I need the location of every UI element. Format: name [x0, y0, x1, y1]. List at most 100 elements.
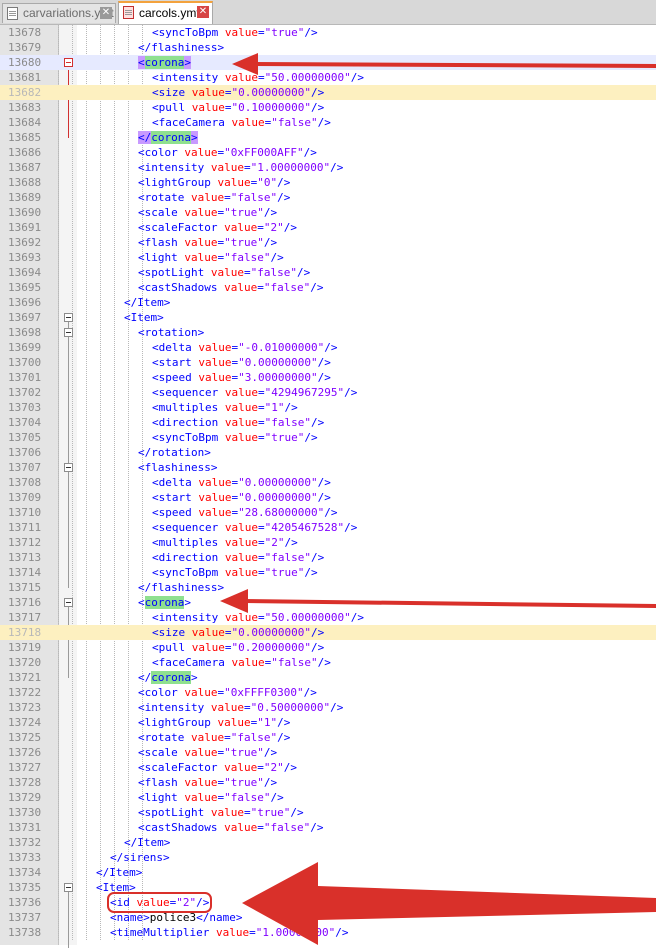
code-text: <castShadows value="false"/> [138, 280, 323, 295]
code-line[interactable]: 13721 </corona> [0, 670, 656, 685]
code-token: <castShadows [138, 821, 225, 834]
code-token: /> [330, 701, 344, 714]
code-line[interactable]: 13707 <flashiness> [0, 460, 656, 475]
code-token: = [243, 266, 251, 279]
code-line[interactable]: 13731 <castShadows value="false"/> [0, 820, 656, 835]
code-line[interactable]: 13712 <multiples value="2"/> [0, 535, 656, 550]
code-line[interactable]: 13732 </Item> [0, 835, 656, 850]
code-line[interactable]: 13687 <intensity value="1.00000000"/> [0, 160, 656, 175]
fold-toggle-icon[interactable] [64, 58, 73, 67]
code-line[interactable]: 13706 </rotation> [0, 445, 656, 460]
code-token: "0.00000000" [238, 491, 318, 504]
code-line[interactable]: 13678 <syncToBpm value="true"/> [0, 25, 656, 40]
code-line[interactable]: 13719 <pull value="0.20000000"/> [0, 640, 656, 655]
code-line[interactable]: 13726 <scale value="true"/> [0, 745, 656, 760]
fold-toggle-icon[interactable] [64, 328, 73, 337]
code-line[interactable]: 13711 <sequencer value="4205467528"/> [0, 520, 656, 535]
close-icon[interactable]: ✕ [100, 7, 112, 19]
code-token: "0.50000000" [250, 701, 331, 714]
line-number: 13724 [8, 716, 42, 729]
line-number: 13680 [8, 56, 42, 69]
code-line[interactable]: 13690 <scale value="true"/> [0, 205, 656, 220]
code-token: /> [296, 266, 311, 279]
code-line[interactable]: 13697 <Item> [0, 310, 656, 325]
code-line[interactable]: 13710 <speed value="28.68000000"/> [0, 505, 656, 520]
code-line[interactable]: 13724 <lightGroup value="1"/> [0, 715, 656, 730]
code-line[interactable]: 13722 <color value="0xFFFF0300"/> [0, 685, 656, 700]
code-line[interactable]: 13702 <sequencer value="4294967295"/> [0, 385, 656, 400]
code-line[interactable]: 13713 <direction value="false"/> [0, 550, 656, 565]
code-token: <delta [152, 476, 199, 489]
code-line[interactable]: 13698 <rotation> [0, 325, 656, 340]
code-line[interactable]: 13686 <color value="0xFF000AFF"/> [0, 145, 656, 160]
code-line[interactable]: 13723 <intensity value="0.50000000"/> [0, 700, 656, 715]
code-line[interactable]: 13725 <rotate value="false"/> [0, 730, 656, 745]
code-token: "false" [224, 251, 271, 264]
code-token: /> [310, 101, 325, 114]
code-line[interactable]: 13737 <name>police3</name> [0, 910, 656, 925]
code-line[interactable]: 13733 </sirens> [0, 850, 656, 865]
code-line[interactable]: 13708 <delta value="0.00000000"/> [0, 475, 656, 490]
code-token: > [184, 56, 191, 69]
code-token: value [224, 821, 258, 834]
close-icon[interactable]: ✕ [197, 6, 209, 18]
code-line[interactable]: 13736 <id value="2"/> [0, 892, 656, 913]
fold-toggle-icon[interactable] [64, 598, 73, 607]
code-line[interactable]: 13685 </corona> [0, 130, 656, 145]
code-line[interactable]: 13694 <spotLight value="false"/> [0, 265, 656, 280]
code-line[interactable]: 13679 </flashiness> [0, 40, 656, 55]
code-token: /> [344, 521, 358, 534]
code-line[interactable]: 13693 <light value="false"/> [0, 250, 656, 265]
code-line[interactable]: 13681 <intensity value="50.00000000"/> [0, 70, 656, 85]
code-line[interactable]: 13738 <timeMultiplier value="1.00000000"/… [0, 925, 656, 940]
code-token: /> [283, 221, 297, 234]
code-line[interactable]: 13704 <direction value="false"/> [0, 415, 656, 430]
code-line[interactable]: 13700 <start value="0.00000000"/> [0, 355, 656, 370]
fold-toggle-icon[interactable] [64, 463, 73, 472]
code-line[interactable]: 13734 </Item> [0, 865, 656, 880]
code-line[interactable]: 13735 <Item> [0, 880, 656, 895]
code-line[interactable]: 13714 <syncToBpm value="true"/> [0, 565, 656, 580]
code-line[interactable]: 13695 <castShadows value="false"/> [0, 280, 656, 295]
code-line[interactable]: 13692 <flash value="true"/> [0, 235, 656, 250]
tab-carcols[interactable]: carcols.ymt ✕ [118, 1, 213, 24]
fold-toggle-icon[interactable] [64, 883, 73, 892]
code-line[interactable]: 13691 <scaleFactor value="2"/> [0, 220, 656, 235]
code-token: value [190, 191, 225, 204]
code-token: value [191, 86, 225, 99]
code-line[interactable]: 13683 <pull value="0.10000000"/> [0, 100, 656, 115]
code-line[interactable]: 13718 <size value="0.00000000"/> [0, 625, 656, 640]
code-line[interactable]: 13729 <light value="false"/> [0, 790, 656, 805]
code-line[interactable]: 13715 </flashiness> [0, 580, 656, 595]
code-line[interactable]: 13696 </Item> [0, 295, 656, 310]
code-line[interactable]: 13703 <multiples value="1"/> [0, 400, 656, 415]
code-line[interactable]: 13720 <faceCamera value="false"/> [0, 655, 656, 670]
code-token: </rotation> [138, 446, 211, 459]
code-line[interactable]: 13684 <faceCamera value="false"/> [0, 115, 656, 130]
code-line[interactable]: 13716 <corona> [0, 595, 656, 610]
code-line[interactable]: 13730 <spotLight value="true"/> [0, 805, 656, 820]
code-line[interactable]: 13689 <rotate value="false"/> [0, 190, 656, 205]
code-line[interactable]: 13680 <corona> [0, 55, 656, 70]
code-line[interactable]: 13699 <delta value="-0.01000000"/> [0, 340, 656, 355]
code-line[interactable]: 13727 <scaleFactor value="2"/> [0, 760, 656, 775]
code-line[interactable]: 13709 <start value="0.00000000"/> [0, 490, 656, 505]
code-token: value [184, 776, 218, 789]
fold-toggle-icon[interactable] [64, 313, 73, 322]
code-line[interactable]: 13705 <syncToBpm value="true"/> [0, 430, 656, 445]
code-line[interactable]: 13717 <intensity value="50.00000000"/> [0, 610, 656, 625]
code-token: <color [138, 686, 185, 699]
code-token: = [224, 86, 232, 99]
code-token: </flashiness> [138, 581, 225, 594]
code-token: "false" [250, 266, 297, 279]
tab-carvariations[interactable]: carvariations.ymt ✕ [2, 3, 116, 23]
code-editor[interactable]: 13678 <syncToBpm value="true"/> 13679 </fla… [0, 25, 656, 948]
code-token: "true" [264, 566, 305, 579]
code-token: /> [284, 401, 298, 414]
code-line[interactable]: 13688 <lightGroup value="0"/> [0, 175, 656, 190]
code-text: <spotLight value="false"/> [138, 265, 310, 280]
code-token: "0" [257, 176, 278, 189]
code-line[interactable]: 13728 <flash value="true"/> [0, 775, 656, 790]
code-line[interactable]: 13701 <speed value="3.00000000"/> [0, 370, 656, 385]
code-line[interactable]: 13682 <size value="0.00000000"/> [0, 85, 656, 100]
